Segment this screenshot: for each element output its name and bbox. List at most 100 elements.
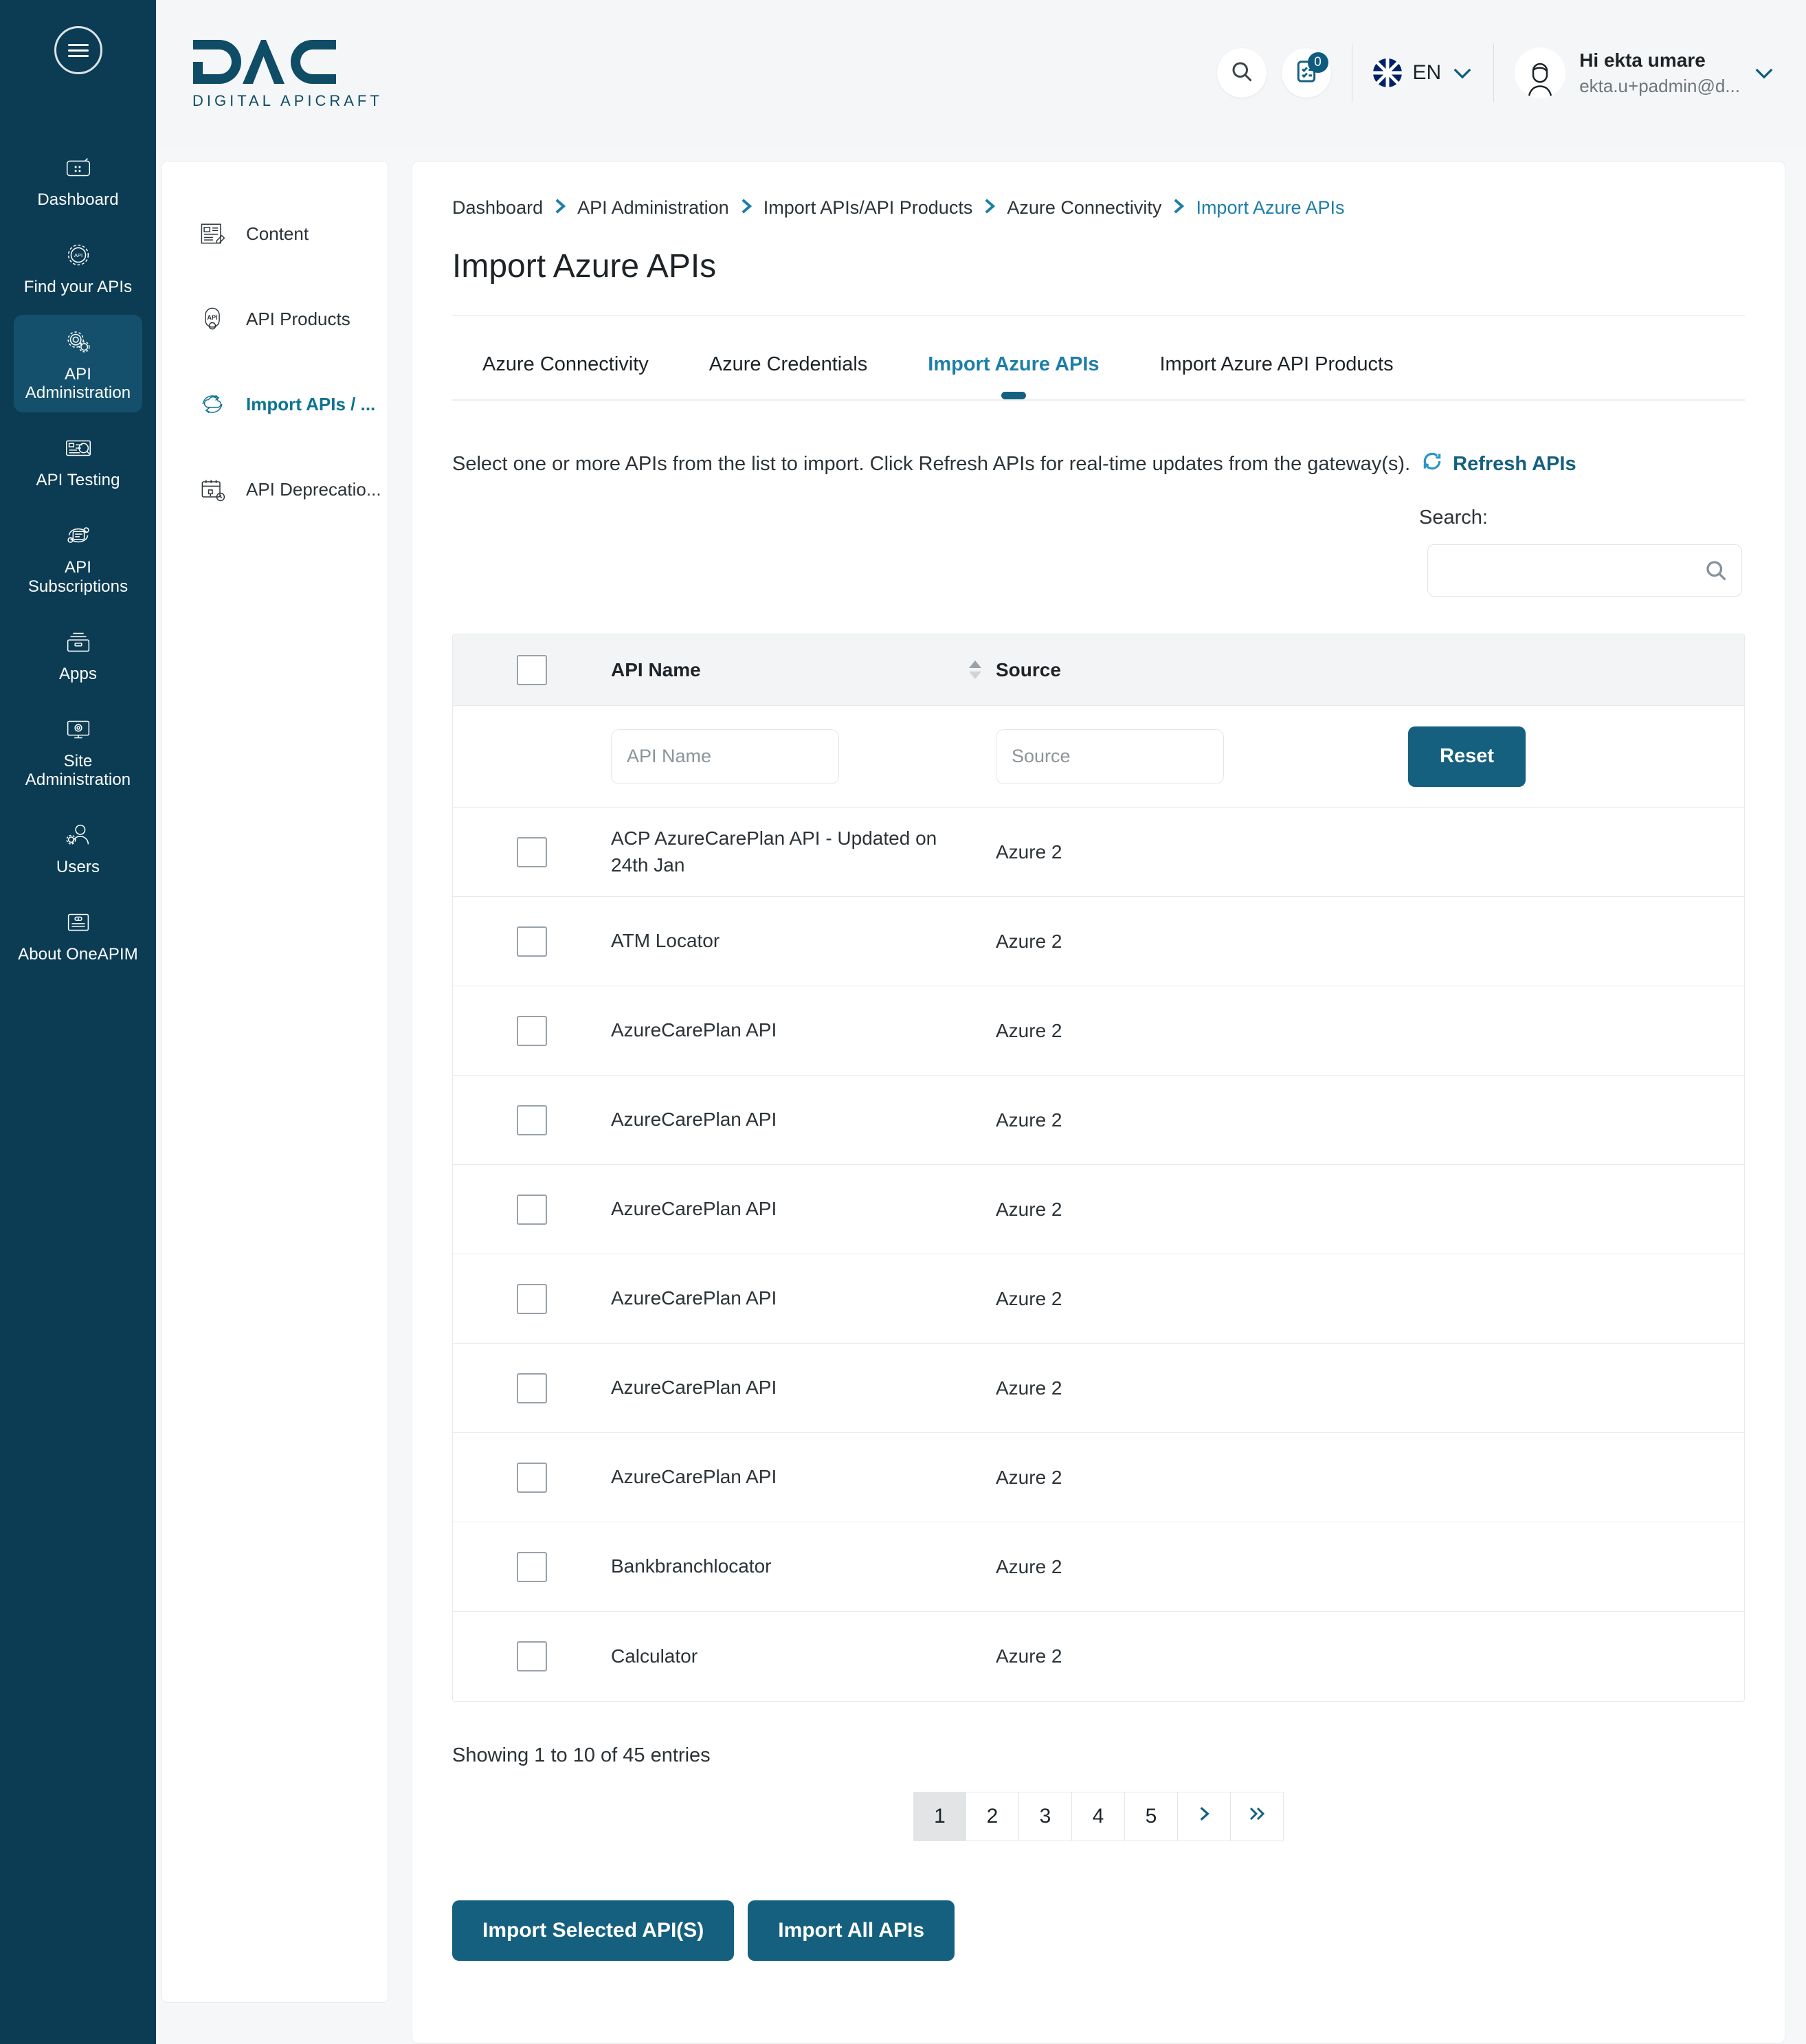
filter-name-cell [611,729,955,784]
language-selector[interactable]: EN [1372,58,1473,87]
page-button-4[interactable]: 4 [1072,1792,1125,1841]
table-row[interactable]: AzureCarePlan API Azure 2 [453,986,1744,1076]
page-button-5[interactable]: 5 [1125,1792,1178,1841]
row-checkbox[interactable] [517,1104,547,1135]
reset-button[interactable]: Reset [1408,726,1526,787]
table-row[interactable]: AzureCarePlan API Azure 2 [453,1165,1744,1254]
tab-import-azure-api-products[interactable]: Import Azure API Products [1130,341,1424,399]
import-all-apis-button[interactable]: Import All APIs [748,1900,955,1961]
row-checkbox[interactable] [517,926,547,957]
row-checkbox[interactable] [517,1015,547,1046]
table-row[interactable]: AzureCarePlan API Azure 2 [453,1076,1744,1165]
search-button[interactable] [1216,48,1267,98]
select-all-checkbox[interactable] [517,654,547,685]
page-button-3[interactable]: 3 [1019,1792,1072,1841]
breadcrumb-item-import-apis[interactable]: Import APIs/API Products [763,197,973,219]
about-oneapim-icon [62,906,95,939]
tab-azure-credentials[interactable]: Azure Credentials [679,341,898,399]
column-header-api-name[interactable]: API Name [611,659,955,681]
hamburger-bars [67,41,89,60]
notifications-button[interactable]: 0 [1281,48,1331,98]
table-header-row: API Name Source [453,634,1744,706]
tab-import-azure-apis[interactable]: Import Azure APIs [898,341,1129,399]
table-row[interactable]: Bankbranchlocator Azure 2 [453,1522,1744,1612]
breadcrumb-item-azure-connectivity[interactable]: Azure Connectivity [1007,197,1161,219]
cell-source: Azure 2 [996,1377,1062,1399]
source-filter-input[interactable] [996,729,1224,784]
sidebar-item-dashboard[interactable]: Dashboard [14,140,142,219]
sidebar-item-label: Find your APIs [23,277,133,296]
sidebar-item-about-oneapim[interactable]: About OneAPIM [14,895,142,974]
table-row[interactable]: AzureCarePlan API Azure 2 [453,1254,1744,1344]
cell-source: Azure 2 [996,930,1062,952]
row-select-cell [453,1551,611,1582]
avatar [1515,47,1566,98]
subnav-item-label: Import APIs / ... [246,393,376,414]
table-row[interactable]: AzureCarePlan API Azure 2 [453,1433,1744,1522]
sidebar-item-api-testing[interactable]: API Testing [14,421,142,500]
page-button-2[interactable]: 2 [966,1792,1019,1841]
row-checkbox[interactable] [517,836,547,867]
subnav-item-api-products[interactable]: API API Products [162,288,388,350]
table-row[interactable]: Calculator Azure 2 [453,1612,1744,1701]
main-content: Content API API Products Import APIs / .… [156,146,1806,2044]
sidebar-item-api-subscriptions[interactable]: API Subscriptions [14,508,142,606]
sidebar-item-find-your-apis[interactable]: API Find your APIs [14,227,142,307]
refresh-apis-button[interactable]: Refresh APIs [1421,450,1576,478]
subnav-item-import-apis[interactable]: Import APIs / ... [162,373,388,435]
table-row[interactable]: ATM Locator Azure 2 [453,897,1744,986]
api-name-filter-input[interactable] [611,729,839,784]
cell-api-name: AzureCarePlan API [611,1019,777,1041]
table-filter-row: Reset [453,706,1744,808]
row-checkbox[interactable] [517,1373,547,1403]
search-block: Search: [452,507,1745,597]
last-page-button[interactable] [1231,1792,1284,1841]
tab-bar: Azure Connectivity Azure Credentials Imp… [452,316,1745,399]
breadcrumb-item-dashboard[interactable]: Dashboard [452,197,543,219]
instructions-row: Select one or more APIs from the list to… [452,450,1745,478]
row-checkbox[interactable] [517,1551,547,1582]
tab-azure-connectivity[interactable]: Azure Connectivity [452,341,679,399]
reset-cell: Reset [1408,726,1744,787]
breadcrumb-item-api-administration[interactable]: API Administration [577,197,729,219]
pagination: 1 2 3 4 5 [452,1792,1745,1841]
cell-source: Azure 2 [996,1466,1062,1488]
menu-toggle-icon[interactable] [54,26,102,74]
table-row[interactable]: AzureCarePlan API Azure 2 [453,1344,1744,1433]
sidebar-item-site-administration[interactable]: Site Administration [14,702,142,800]
header-actions: 0 EN Hi ekta umare ekta.u+padmin@d... [1216,43,1775,102]
next-page-button[interactable] [1178,1792,1231,1841]
table-row[interactable]: ACP AzureCarePlan API - Updated on 24th … [453,808,1744,897]
row-checkbox[interactable] [517,1462,547,1493]
api-deprecation-icon [197,474,228,505]
cell-api-name: AzureCarePlan API [611,1198,777,1220]
sidebar-item-users[interactable]: Users [14,808,142,887]
search-input[interactable] [1427,544,1742,597]
chevron-down-icon [1754,67,1774,79]
search-icon[interactable] [1704,558,1728,586]
row-checkbox[interactable] [517,1641,547,1671]
subnav-item-api-deprecation[interactable]: API Deprecatio... [162,458,388,520]
cell-api-name: ACP AzureCarePlan API - Updated on 24th … [611,827,937,876]
brand-logo[interactable]: DIGITAL APICRAFT [179,36,383,110]
cell-source: Azure 2 [996,1019,1062,1041]
subnav-item-label: API Products [246,308,350,329]
column-header-source[interactable]: Source [996,659,1744,681]
sidebar-item-label: Site Administration [25,751,131,790]
page-button-1[interactable]: 1 [913,1792,966,1841]
subnav-item-label: API Deprecatio... [246,478,381,500]
cell-api-name: AzureCarePlan API [611,1466,777,1488]
row-select-cell [453,836,611,867]
sidebar-item-apps[interactable]: Apps [14,614,142,693]
sidebar-item-api-administration[interactable]: API Administration [14,314,142,413]
row-checkbox[interactable] [517,1194,547,1225]
import-selected-apis-button[interactable]: Import Selected API(S) [452,1900,735,1961]
user-menu[interactable]: Hi ekta umare ekta.u+padmin@d... [1515,47,1774,98]
sort-api-name-button[interactable] [955,660,996,679]
dashboard-icon [62,151,95,184]
row-checkbox[interactable] [517,1283,547,1314]
row-select-cell [453,1283,611,1314]
search-icon [1229,59,1254,87]
subnav-item-content[interactable]: Content [162,203,388,265]
row-select-cell [453,926,611,957]
